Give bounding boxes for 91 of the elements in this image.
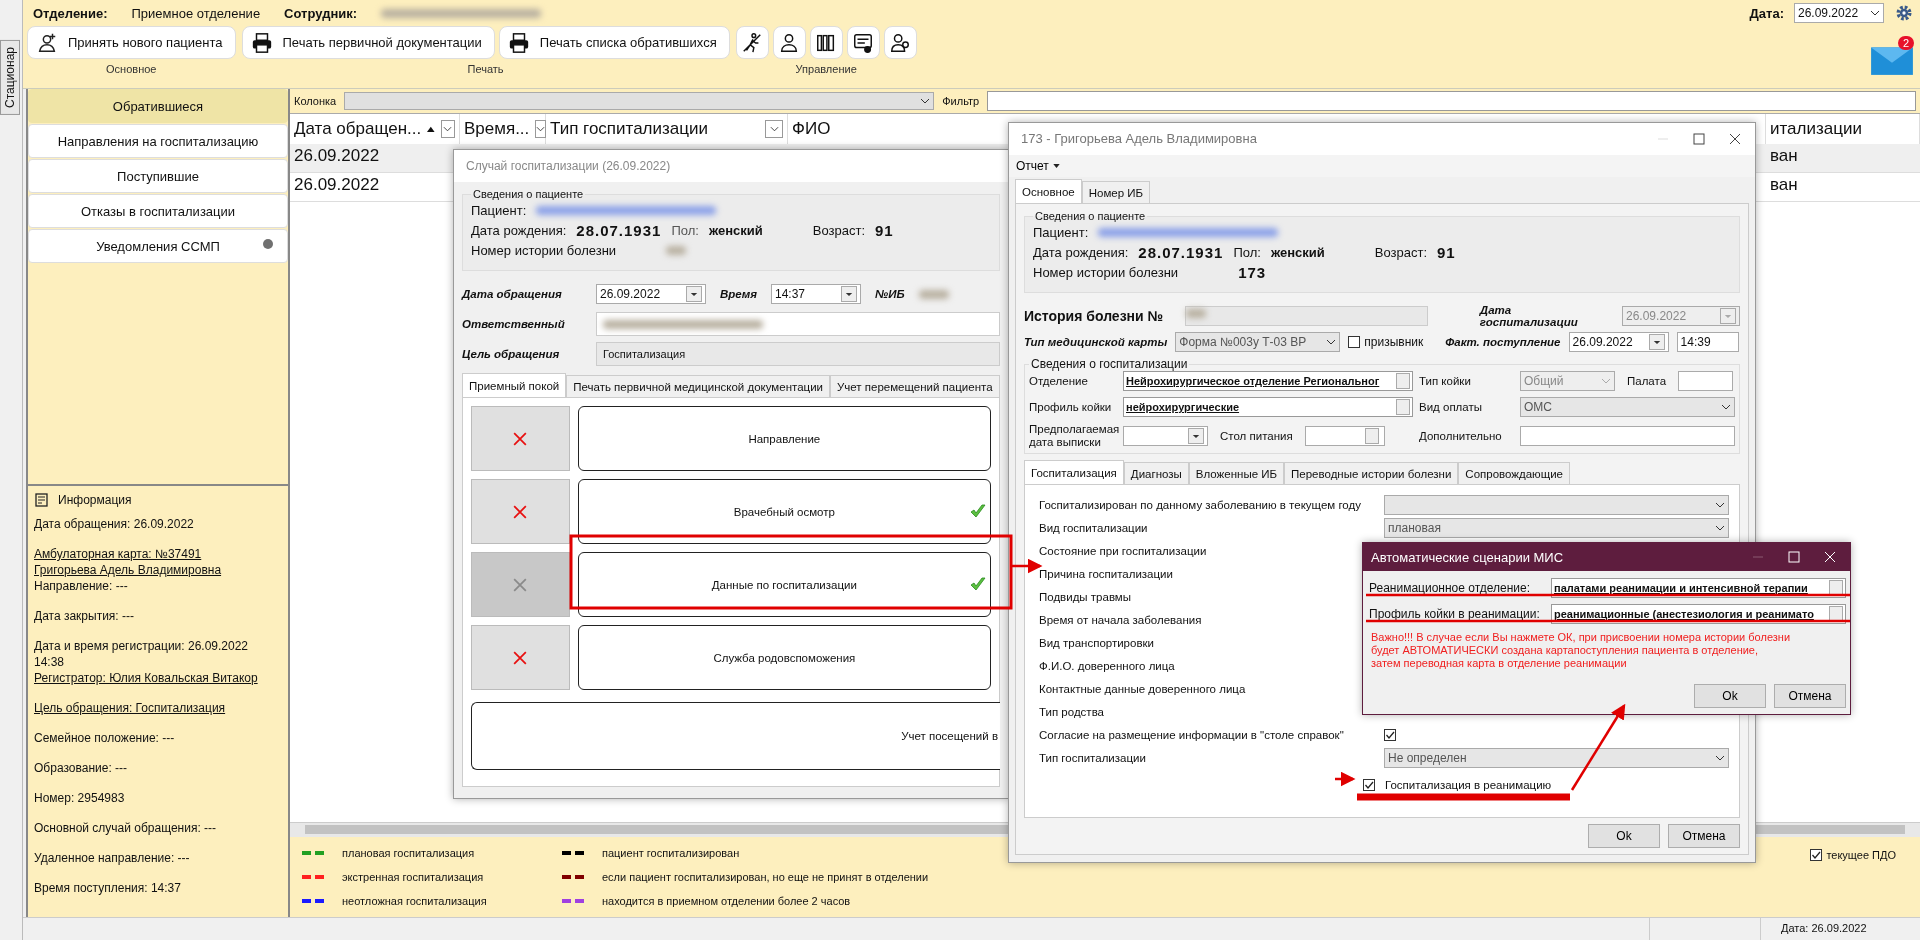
age-value: 91 [1437, 243, 1456, 261]
field-label: Контактные данные доверенного лица [1039, 682, 1246, 695]
info-text: Дата обращения: 26.09.2022 [34, 516, 194, 532]
field-label: Подвиды травмы [1039, 590, 1132, 603]
info-text: Удаленное направление: --- [34, 850, 190, 866]
info-text: Номер: 2954983 [34, 790, 125, 806]
group-label: Печать [467, 63, 504, 75]
info-text: Образование: --- [34, 760, 128, 776]
group-label: Основное [106, 63, 157, 75]
birth-date: 28.07.1931 [1138, 243, 1224, 261]
legend-label: экстренная госпитализация [342, 871, 484, 883]
legend-label: если пациент госпитализирован, но еще не принят в отделении [602, 871, 929, 883]
field-label: Ф.И.О. доверенного лица [1039, 659, 1175, 672]
field-label: №ИБ [875, 288, 905, 300]
age-label: Возраст: [812, 222, 865, 238]
birth-label: Дата рождения: [471, 222, 567, 238]
field-label: Госпитализирован по данному заболеванию в текущем году [1039, 498, 1361, 511]
department-name: Приемное отделение [131, 5, 261, 21]
field-label: Реанимационное отделение: [1369, 581, 1532, 595]
field-label: Причина госпитализации [1039, 567, 1173, 580]
sex-value: женский [708, 222, 763, 238]
field-label: Отделение [1029, 375, 1089, 387]
checkbox-label: призывник [1364, 335, 1424, 349]
info-text: Направление: --- [34, 578, 128, 594]
checkbox-label: Госпитализация в реанимацию [1385, 779, 1552, 791]
field-label: Палата [1627, 375, 1667, 387]
checkbox-label: текущее ПДО [1826, 849, 1896, 861]
field-label: Тип койки [1419, 375, 1472, 387]
legend-label: неотложная госпитализация [342, 895, 487, 907]
notification-badge: 2 [1897, 36, 1914, 50]
field-label: Время от начала заболевания [1039, 613, 1202, 626]
table-cell-text: ван [1769, 145, 1799, 167]
field-label: Дополнительно [1419, 430, 1503, 442]
field-label: Предполагаемая дата выписки [1029, 423, 1117, 449]
info-title: Информация [58, 493, 132, 507]
info-text: 14:38 [34, 654, 65, 670]
window-title: 173 - Григорьева Адель Владимировна [1021, 130, 1257, 148]
birth-label: Дата рождения: [1033, 244, 1129, 260]
field-label: Профиль койки в реанимации: [1369, 607, 1541, 621]
field-label: Тип медицинской карты [1024, 336, 1168, 348]
age-label: Возраст: [1374, 244, 1427, 260]
department-label: Отделение: [33, 5, 108, 21]
field-label: Цель обращения [462, 348, 561, 360]
group-title: Сведения о пациенте [472, 188, 585, 200]
info-text: Время поступления: 14:37 [34, 880, 181, 896]
date-label: Дата: [1749, 5, 1784, 21]
info-text: Семейное положение: --- [34, 730, 175, 746]
window-title: Случай госпитализации (26.09.2022) [454, 150, 1008, 182]
patient-label: Пациент: [471, 202, 527, 218]
field-label: Тип госпитализации [1039, 751, 1146, 764]
status-date: Дата: 26.09.2022 [1760, 918, 1920, 940]
info-text: Основной случай обращения: --- [34, 820, 217, 836]
history-label: Номер истории болезни [1033, 264, 1179, 280]
field-label: Дата госпитализации [1479, 304, 1579, 328]
field-label: Ответственный [462, 318, 566, 330]
field-label: Состояние при госпитализации [1039, 544, 1207, 557]
group-title: Сведения о пациенте [1034, 210, 1147, 222]
field-label: Факт. поступление [1445, 336, 1561, 348]
legend-label: находится в приемном отделении более 2 часов [602, 895, 851, 907]
patient-label: Пациент: [1033, 224, 1089, 240]
field-label: Тип родства [1039, 705, 1104, 718]
warning-text: Важно!!! В случае если Вы нажмете ОК, при присвоении номера истории болезни будет АВТОМАТИЧЕСКИ создана картапоступления пациента в отделение, затем переводная карта в отделение реанимации [1371, 631, 1792, 670]
group-title: Сведения о госпитализации [1030, 357, 1189, 371]
birth-date: 28.07.1931 [576, 221, 662, 239]
filter-label: Фильтр [942, 95, 980, 107]
sex-value: женский [1270, 244, 1325, 260]
legend-label: пациент госпитализирован [602, 847, 740, 859]
field-label: История болезни № [1024, 308, 1165, 324]
field-label: Вид госпитализации [1039, 521, 1148, 534]
field-label: Вид транспортировки [1039, 636, 1154, 649]
legend-label: плановая госпитализация [342, 847, 475, 859]
field-label: Согласие на размещение информации в "столе справок" [1039, 728, 1344, 741]
column-label: Колонка [294, 95, 337, 107]
age-value: 91 [875, 221, 894, 239]
info-text: Дата закрытия: --- [34, 608, 134, 624]
field-label: Время [720, 288, 757, 300]
employee-label: Сотрудник: [284, 5, 358, 21]
field-label: Вид оплаты [1419, 401, 1483, 413]
table-cell-text: 26.09.2022 [293, 174, 381, 196]
sex-label: Пол: [671, 222, 699, 238]
window-title: Автоматические сценарии МИС [1371, 549, 1564, 565]
history-number: 173 [1238, 263, 1267, 281]
group-label: Управление [795, 63, 857, 75]
field-label: Дата обращения [462, 288, 563, 300]
table-cell-text: ван [1769, 174, 1799, 196]
table-cell-text: 26.09.2022 [293, 145, 381, 167]
history-label: Номер истории болезни [471, 242, 617, 258]
info-text: Дата и время регистрации: 26.09.2022 [34, 638, 249, 654]
sex-label: Пол: [1233, 244, 1261, 260]
field-label: Профиль койки [1029, 401, 1113, 413]
field-label: Стол питания [1220, 430, 1293, 442]
